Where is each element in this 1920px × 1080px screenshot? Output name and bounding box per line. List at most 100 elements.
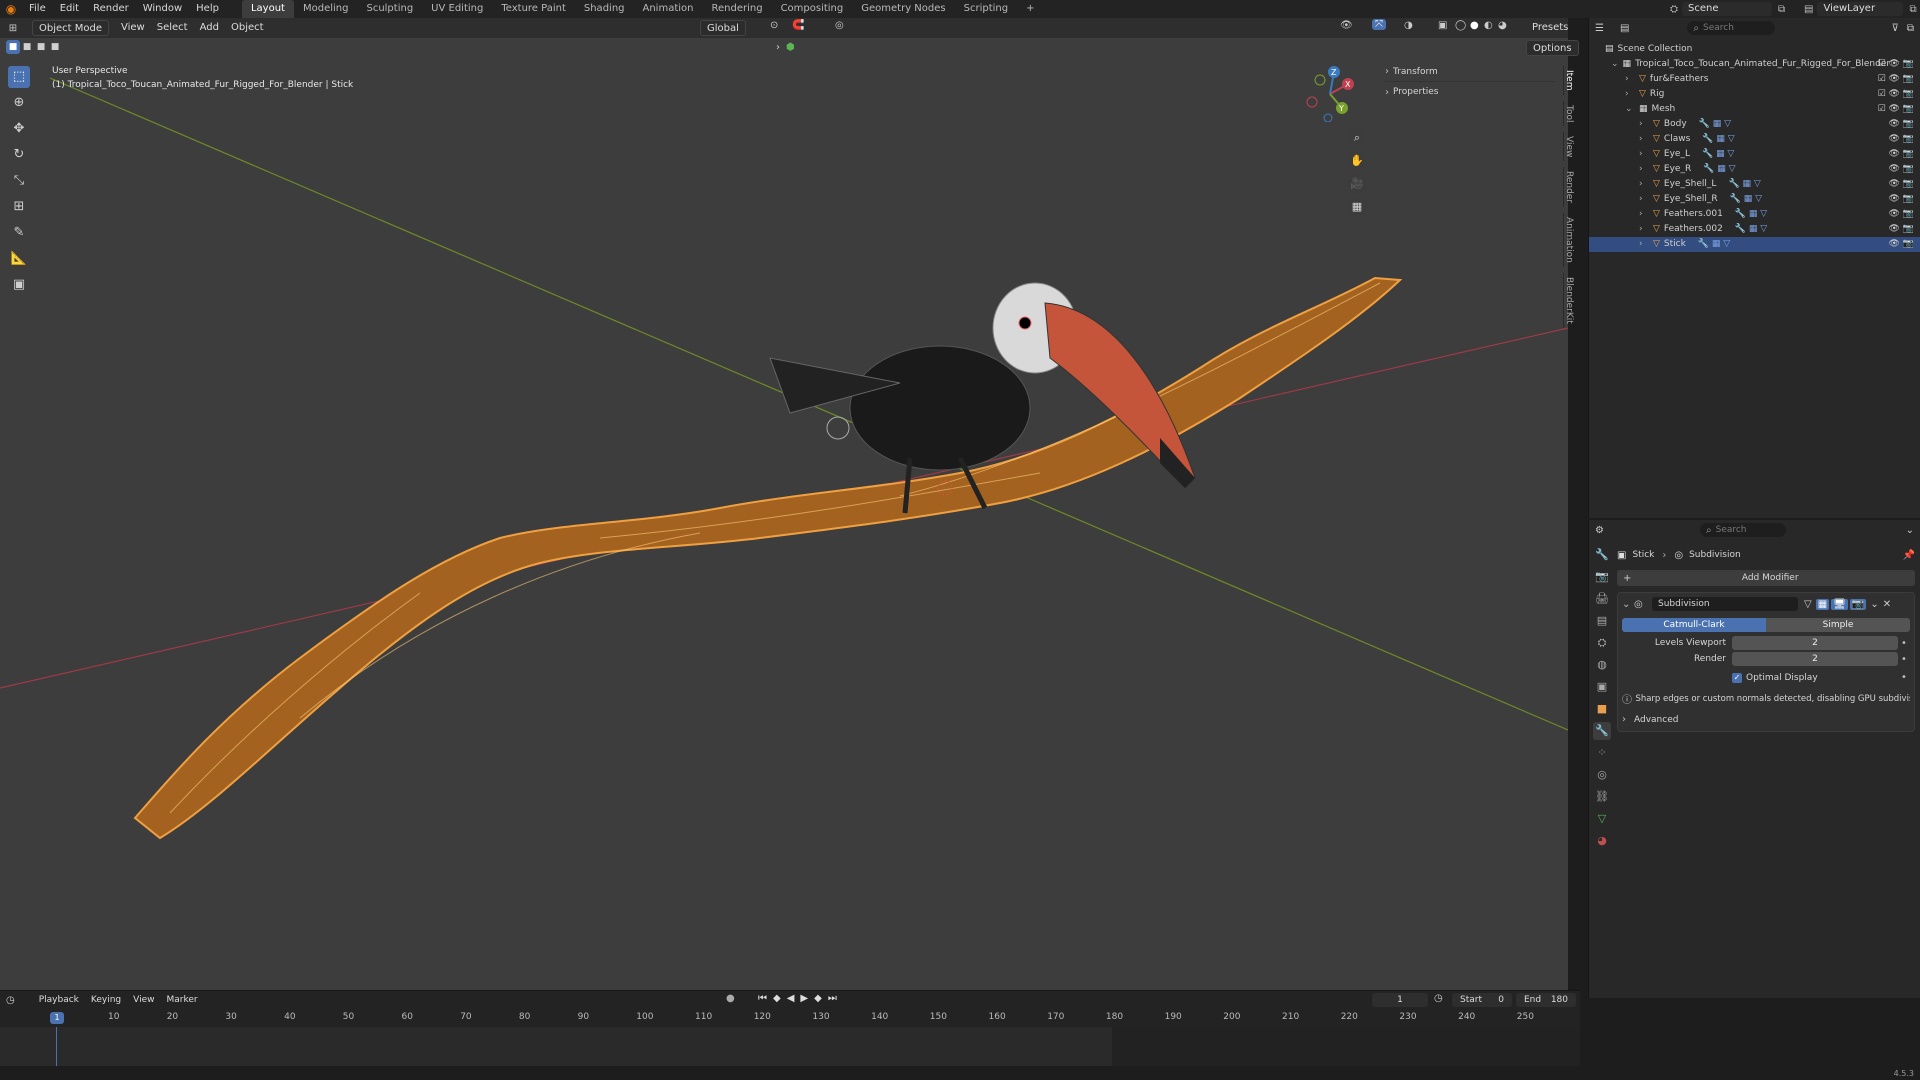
start-frame-field[interactable]: Start 0 (1452, 993, 1512, 1007)
jump-end-icon[interactable]: ⏭ (828, 993, 837, 1004)
row-visibility-icons[interactable]: 👁 📷 (1889, 237, 1915, 252)
tab-shading[interactable]: Shading (575, 0, 634, 18)
select-intersect-icon[interactable]: ■ (48, 40, 62, 54)
sidebar-tab-animation[interactable]: Animation (1563, 213, 1574, 268)
timeline-view-menu[interactable]: View (127, 992, 160, 1008)
snap-icon[interactable]: 🧲 (792, 20, 804, 31)
add-modifier-button[interactable]: + Add Modifier (1617, 570, 1915, 586)
clock-icon[interactable]: ◷ (1434, 993, 1443, 1004)
proportional-edit-icon[interactable]: ◎ (835, 20, 844, 31)
mode-selector[interactable]: Object Mode (32, 20, 109, 36)
keyframe-dot-icon[interactable]: • (1898, 672, 1910, 683)
pin-icon[interactable]: 📌 (1903, 550, 1915, 561)
chevron-right-icon[interactable]: › (1639, 117, 1649, 132)
row-visibility-icons[interactable]: ☑ 👁 📷 (1878, 87, 1914, 102)
play-icon[interactable]: ▶ (800, 993, 808, 1004)
row-visibility-icons[interactable]: 👁 📷 (1889, 207, 1915, 222)
sidebar-tab-tool[interactable]: Tool (1563, 100, 1574, 126)
outliner-item[interactable]: › ▽ Eye_Shell_R 🔧 ▦ ▽ 👁 📷 (1589, 192, 1920, 207)
row-visibility-icons[interactable]: ☑ 👁 📷 (1878, 72, 1914, 87)
play-reverse-icon[interactable]: ◀ (787, 993, 795, 1004)
tab-geometry-nodes[interactable]: Geometry Nodes (852, 0, 954, 18)
levels-viewport-field[interactable]: 2 (1732, 636, 1898, 650)
object-tab-icon[interactable]: ■ (1593, 700, 1611, 718)
zoom-icon[interactable]: ⌕ (1347, 128, 1367, 148)
scale-tool-icon[interactable]: ⤡ (8, 170, 30, 192)
material-shading-icon[interactable]: ◐ (1484, 20, 1493, 31)
row-visibility-icons[interactable]: 👁 📷 (1889, 222, 1915, 237)
cage-icon[interactable]: ▦ (1815, 598, 1830, 610)
collection-row[interactable]: ⌄ ▦ Tropical_Toco_Toucan_Animated_Fur_Ri… (1589, 57, 1920, 72)
perspective-toggle-icon[interactable]: ▦ (1347, 197, 1367, 217)
viewlayer-field[interactable]: ViewLayer (1817, 2, 1904, 16)
properties-panel[interactable]: › Properties (1385, 82, 1555, 102)
transform-panel[interactable]: › Transform (1385, 62, 1555, 82)
row-visibility-icons[interactable]: ☑ 👁 📷 (1878, 102, 1914, 117)
menu-edit[interactable]: Edit (53, 0, 86, 18)
select-menu[interactable]: Select (151, 20, 194, 36)
outliner-item[interactable]: ⌄ ▦ Mesh ☑ 👁 📷 (1589, 102, 1920, 117)
keyframe-dot-icon[interactable]: • (1898, 638, 1910, 649)
tab-modeling[interactable]: Modeling (294, 0, 358, 18)
end-frame-field[interactable]: End 180 (1516, 993, 1576, 1007)
rendered-shading-icon[interactable]: ◕ (1498, 20, 1507, 31)
simple-button[interactable]: Simple (1766, 618, 1910, 632)
outliner-item[interactable]: › ▽ Feathers.002 🔧 ▦ ▽ 👁 📷 (1589, 222, 1920, 237)
new-scene-icon[interactable]: ⧉ (1778, 4, 1785, 15)
tab-sculpting[interactable]: Sculpting (357, 0, 422, 18)
world-tab-icon[interactable]: ◍ (1593, 656, 1611, 674)
tab-layout[interactable]: Layout (241, 0, 294, 18)
editor-type-icon[interactable]: ⊞ (0, 23, 26, 34)
collection-tab-icon[interactable]: ▣ (1593, 678, 1611, 696)
solid-shading-icon[interactable]: ● (1470, 20, 1479, 31)
navigation-gizmo[interactable]: X Y Z (1300, 62, 1360, 122)
chevron-down-icon[interactable]: ⌄ (1625, 102, 1635, 117)
tab-texture-paint[interactable]: Texture Paint (492, 0, 575, 18)
chevron-down-icon[interactable]: ⌄ (1906, 525, 1914, 536)
menu-render[interactable]: Render (86, 0, 136, 18)
collapse-arrow-icon[interactable]: › (776, 42, 780, 53)
keying-menu[interactable]: Keying (85, 992, 127, 1008)
select-tool-icon[interactable]: ⬚ (8, 66, 30, 88)
camera-view-icon[interactable]: 🎥 (1347, 174, 1367, 194)
properties-editor-icon[interactable]: ⚙ (1595, 525, 1604, 536)
chevron-down-icon[interactable]: ⌄ (1622, 599, 1634, 610)
outliner-item[interactable]: › ▽ fur&Feathers ☑ 👁 📷 (1589, 72, 1920, 87)
chevron-right-icon[interactable]: › (1639, 207, 1649, 222)
keyframe-dot-icon[interactable]: • (1898, 654, 1910, 665)
scene-field[interactable]: Scene (1682, 2, 1772, 16)
chevron-right-icon[interactable]: › (1639, 237, 1649, 252)
advanced-row[interactable]: › Advanced (1622, 714, 1910, 725)
orientation-selector[interactable]: Global (700, 20, 746, 36)
menu-window[interactable]: Window (136, 0, 189, 18)
move-tool-icon[interactable]: ✥ (8, 118, 30, 140)
outliner-editor-icon[interactable]: ☰ (1595, 23, 1604, 34)
select-subtract-icon[interactable]: ■ (34, 40, 48, 54)
visibility-icon[interactable]: 👁 (1340, 20, 1353, 31)
new-collection-icon[interactable]: ⧉ (1907, 23, 1914, 34)
view-menu[interactable]: View (115, 20, 151, 36)
display-mode-icon[interactable]: ▤ (1620, 23, 1629, 34)
modifier-tab-icon[interactable]: 🔧 (1593, 722, 1611, 740)
chevron-down-icon[interactable]: ⌄ (1611, 57, 1619, 72)
transform-tool-icon[interactable]: ⊞ (8, 196, 30, 218)
chevron-right-icon[interactable]: › (1639, 162, 1649, 177)
view-layer-tab-icon[interactable]: ▤ (1593, 612, 1611, 630)
row-visibility-icons[interactable]: 👁 📷 (1889, 147, 1915, 162)
row-visibility-icons[interactable]: 👁 📷 (1889, 132, 1915, 147)
row-visibility-icons[interactable]: ☑ 👁 📷 (1878, 57, 1914, 72)
chevron-right-icon[interactable]: › (1639, 132, 1649, 147)
menu-file[interactable]: File (22, 0, 53, 18)
tab-compositing[interactable]: Compositing (772, 0, 853, 18)
modifier-name-field[interactable]: Subdivision (1652, 597, 1798, 611)
output-tab-icon[interactable]: 🖨 (1593, 590, 1611, 608)
outliner-item[interactable]: › ▽ Rig ☑ 👁 📷 (1589, 87, 1920, 102)
select-extend-icon[interactable]: ■ (20, 40, 34, 54)
3d-viewport[interactable]: ⊞ Object Mode View Select Add Object Glo… (0, 18, 1579, 998)
record-icon[interactable]: ● (726, 993, 735, 1004)
addon-icon[interactable]: ⬢ (786, 42, 795, 53)
add-cube-tool-icon[interactable]: ▣ (8, 274, 30, 296)
outliner-item[interactable]: › ▽ Claws 🔧 ▦ ▽ 👁 📷 (1589, 132, 1920, 147)
chevron-right-icon[interactable]: › (1639, 192, 1649, 207)
chevron-right-icon[interactable]: › (1639, 177, 1649, 192)
